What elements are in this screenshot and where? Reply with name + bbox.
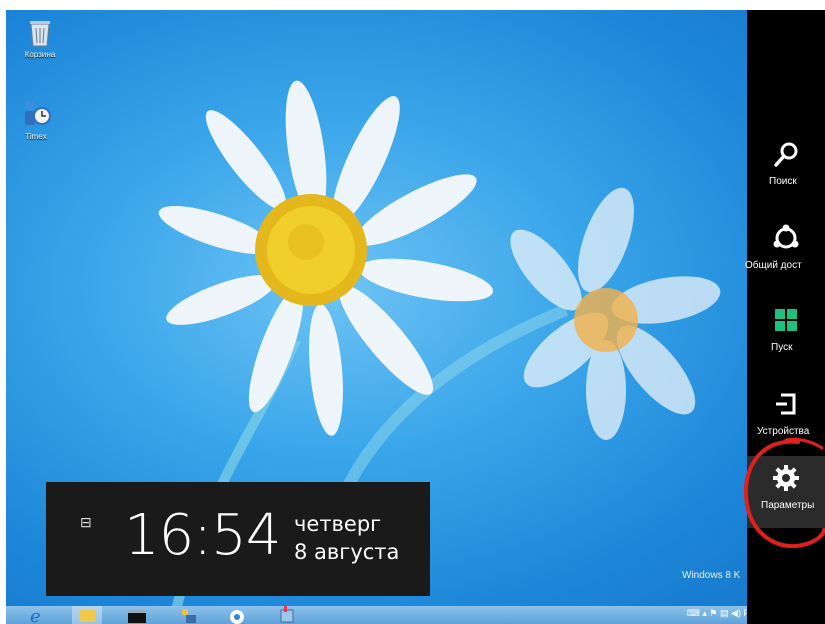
file-explorer-icon[interactable] [72, 606, 102, 624]
charm-settings[interactable]: Параметры [747, 456, 825, 528]
charm-share[interactable]: Общий дост [745, 216, 825, 288]
desktop-icon-label: Timex [25, 132, 47, 141]
desktop-icon-label: Корзина [24, 50, 56, 59]
charm-label: Общий дост [745, 260, 802, 271]
charm-label: Параметры [761, 500, 815, 511]
charm-label: Поиск [769, 176, 797, 187]
clock-time: 16:54 [124, 503, 281, 568]
tray-arrow-icon[interactable]: ▴ [702, 608, 707, 618]
recycle-bin-icon [30, 21, 50, 47]
charm-start[interactable]: Пуск [747, 298, 825, 370]
internet-explorer-icon[interactable]: e [22, 606, 52, 624]
taskbar: e ⌨ ▴ ⚑ ▤ ◀) РУ [6, 606, 825, 624]
windows-start-icon [775, 309, 797, 331]
desktop-icon-recycle-bin[interactable]: Корзина [12, 16, 68, 59]
svg-text:e: e [30, 606, 41, 624]
desktop-icon-timex[interactable]: Timex [8, 98, 64, 141]
search-icon [774, 142, 798, 167]
keyboard-icon[interactable]: ⌨ [687, 608, 700, 618]
system-tray[interactable]: ⌨ ▴ ⚑ ▤ ◀) РУ [687, 608, 755, 619]
charm-search[interactable]: Поиск [747, 132, 825, 204]
devices-icon [776, 393, 796, 415]
volume-icon[interactable]: ◀) [731, 608, 741, 618]
network-tray-icon[interactable]: ▤ [720, 608, 729, 618]
app-shortcut-icon [25, 101, 51, 125]
share-icon [773, 224, 799, 249]
charms-bar: Поиск Общий дост Пуск Устройства Парамет… [745, 10, 825, 624]
clock-date: 8 августа [294, 540, 400, 564]
command-prompt-icon[interactable] [122, 606, 152, 624]
network-tool-icon[interactable] [272, 606, 302, 624]
windows-watermark: Windows 8 K [682, 570, 741, 581]
flag-icon[interactable]: ⚑ [709, 608, 717, 618]
media-icon[interactable] [222, 606, 252, 624]
clock-day: четверг [294, 512, 382, 536]
settings-gear-icon [773, 465, 799, 491]
charm-label: Пуск [771, 342, 793, 353]
charm-label: Устройства [757, 426, 810, 437]
network-icon: ⊟ [80, 514, 92, 530]
desktop-screen: Корзина Timex ⊟ 16:54 четверг 8 августа … [6, 10, 825, 624]
lock-clock-panel: ⊟ 16:54 четверг 8 августа [46, 482, 430, 596]
server-manager-icon[interactable] [172, 606, 202, 624]
charm-devices[interactable]: Устройства [747, 382, 825, 454]
